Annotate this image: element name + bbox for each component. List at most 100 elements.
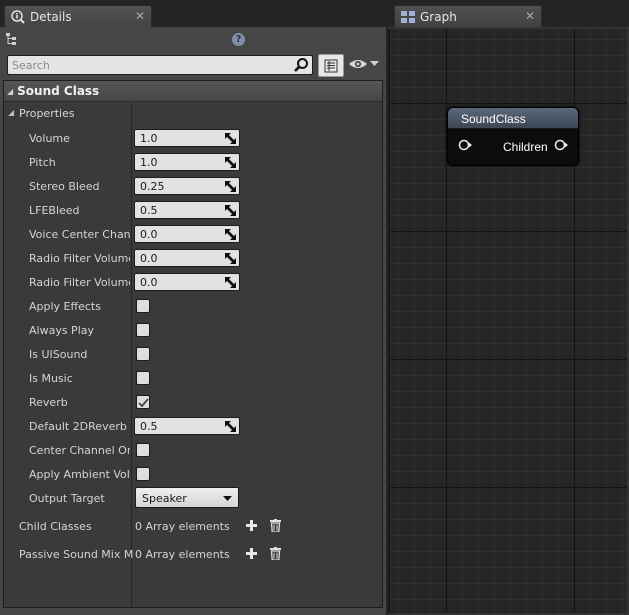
- field-value: 0.0: [140, 276, 158, 289]
- output-pin-label: Children: [503, 140, 548, 154]
- details-info-icon: [11, 9, 25, 24]
- apply-ambient-volumes-checkbox[interactable]: [136, 467, 150, 481]
- property-row-apply-ambient-volumes: Apply Ambient Volumes: [4, 463, 382, 487]
- soundclass-node[interactable]: SoundClass Children: [447, 107, 579, 166]
- category-header[interactable]: ◢ Sound Class: [4, 81, 382, 102]
- trash-icon[interactable]: [270, 519, 281, 532]
- always-play-checkbox[interactable]: [136, 323, 150, 337]
- lfe-bleed-field[interactable]: 0.5: [134, 201, 240, 219]
- property-list: ◢ Sound Class ◢ Properties Volume 1.0 Pi…: [3, 80, 383, 608]
- collapse-arrow-icon: ◢: [7, 86, 14, 96]
- apply-effects-checkbox[interactable]: [136, 299, 150, 313]
- output-pin-icon[interactable]: [554, 139, 568, 151]
- tab-details[interactable]: Details ✕: [4, 5, 152, 27]
- radio-filter-volume-field[interactable]: 0.0: [134, 249, 240, 267]
- tab-graph[interactable]: Graph ✕: [394, 5, 542, 27]
- is-uisound-checkbox[interactable]: [136, 347, 150, 361]
- select-value: Speaker: [142, 492, 187, 505]
- output-target-select[interactable]: Speaker: [135, 487, 239, 508]
- input-pin-icon[interactable]: [458, 139, 472, 151]
- property-row-stereo-bleed: Stereo Bleed 0.25: [4, 175, 382, 199]
- list-view-icon: [324, 59, 338, 72]
- field-value: 0.5: [140, 420, 158, 433]
- node-header[interactable]: SoundClass: [448, 108, 578, 129]
- trash-icon[interactable]: [270, 547, 281, 560]
- property-row-passive-sound-mix-modifiers: Passive Sound Mix Modifiers 0 Array elem…: [4, 543, 382, 567]
- pitch-field[interactable]: 1.0: [134, 153, 240, 171]
- chevron-down-icon: [370, 61, 379, 66]
- search-input[interactable]: [12, 58, 282, 73]
- property-row-always-play: Always Play: [4, 319, 382, 343]
- property-label: Center Channel Only: [29, 444, 130, 457]
- property-row-is-music: Is Music: [4, 367, 382, 391]
- property-row-volume: Volume 1.0: [4, 127, 382, 151]
- category-title: Sound Class: [17, 84, 100, 98]
- property-label: Child Classes: [19, 520, 92, 533]
- properties-subheader-label: Properties: [19, 107, 75, 120]
- property-row-default-2d-reverb: Default 2DReverb Send Amount 0.5: [4, 415, 382, 439]
- spin-arrows-icon[interactable]: [225, 277, 236, 288]
- property-label: Is UISound: [29, 348, 88, 361]
- center-channel-only-checkbox[interactable]: [136, 443, 150, 457]
- spin-arrows-icon[interactable]: [225, 421, 236, 432]
- reverb-checkbox[interactable]: [136, 395, 150, 409]
- stereo-bleed-field[interactable]: 0.25: [134, 177, 240, 195]
- add-element-icon[interactable]: [246, 520, 257, 531]
- actor-tree-icon[interactable]: [5, 32, 19, 49]
- volume-field[interactable]: 1.0: [134, 129, 240, 147]
- spin-arrows-icon[interactable]: [225, 205, 236, 216]
- add-element-icon[interactable]: [246, 548, 257, 559]
- graph-panel: Graph ✕ SoundClass Children: [388, 0, 629, 615]
- property-matrix-button[interactable]: [318, 54, 344, 77]
- details-toolbar: ?: [0, 27, 386, 52]
- spin-arrows-icon[interactable]: [225, 229, 236, 240]
- visibility-dropdown[interactable]: [348, 58, 379, 70]
- property-row-center-channel-only: Center Channel Only: [4, 439, 382, 463]
- voice-center-field[interactable]: 0.0: [134, 225, 240, 243]
- property-row-voice-center: Voice Center Channel Volume 0.0: [4, 223, 382, 247]
- graph-tab-label: Graph: [420, 9, 457, 24]
- property-label: Volume: [29, 132, 70, 145]
- property-label: Pitch: [29, 156, 56, 169]
- search-icon[interactable]: [293, 57, 309, 76]
- property-label: Always Play: [29, 324, 94, 337]
- property-label: Apply Effects: [29, 300, 101, 313]
- field-value: 0.5: [140, 204, 158, 217]
- property-row-radio-filter-volume: Radio Filter Volume 0.0: [4, 247, 382, 271]
- spin-arrows-icon[interactable]: [225, 253, 236, 264]
- property-row-radio-filter-threshold: Radio Filter Volume Threshold 0.0: [4, 271, 382, 295]
- property-label: Default 2DReverb Send Amount: [29, 420, 130, 433]
- field-value: 0.25: [140, 180, 165, 193]
- property-row-lfe-bleed: LFEBleed 0.5: [4, 199, 382, 223]
- search-box[interactable]: [7, 55, 313, 75]
- field-value: 1.0: [140, 156, 158, 169]
- property-label: Voice Center Channel Volume: [29, 228, 130, 241]
- property-label: LFEBleed: [29, 204, 80, 217]
- close-icon[interactable]: ✕: [135, 9, 145, 23]
- field-value: 0.0: [140, 252, 158, 265]
- property-label: Output Target: [29, 492, 105, 505]
- node-title: SoundClass: [461, 112, 526, 126]
- graph-canvas[interactable]: SoundClass Children: [388, 27, 629, 615]
- spin-arrows-icon[interactable]: [225, 133, 236, 144]
- collapse-arrow-icon: ◢: [8, 108, 15, 117]
- property-label: Radio Filter Volume Threshold: [29, 276, 130, 289]
- default-2d-reverb-field[interactable]: 0.5: [134, 417, 240, 435]
- property-label: Reverb: [29, 396, 68, 409]
- spin-arrows-icon[interactable]: [225, 181, 236, 192]
- property-row-child-classes: Child Classes 0 Array elements: [4, 515, 382, 539]
- property-label: Stereo Bleed: [29, 180, 100, 193]
- array-count: 0 Array elements: [135, 520, 230, 533]
- close-icon[interactable]: ✕: [525, 9, 535, 23]
- array-count: 0 Array elements: [135, 548, 230, 561]
- radio-filter-threshold-field[interactable]: 0.0: [134, 273, 240, 291]
- property-label: Radio Filter Volume: [29, 252, 130, 265]
- eye-icon: [349, 60, 367, 68]
- property-row-reverb: Reverb: [4, 391, 382, 415]
- help-icon[interactable]: ?: [232, 33, 245, 46]
- checkmark-icon: [138, 398, 149, 408]
- is-music-checkbox[interactable]: [136, 371, 150, 385]
- properties-subheader[interactable]: ◢ Properties: [4, 103, 382, 125]
- property-label: Is Music: [29, 372, 73, 385]
- spin-arrows-icon[interactable]: [225, 157, 236, 168]
